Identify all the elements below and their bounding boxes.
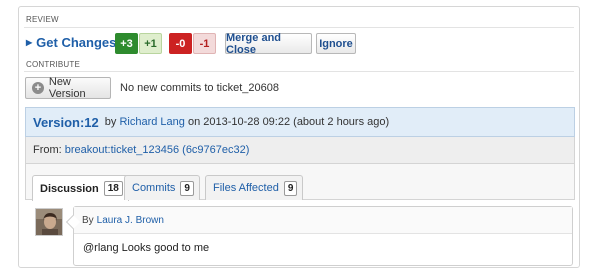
- review-panel: REVIEW ▶ Get Changes +3 +1 -0 -1 Merge a…: [18, 6, 580, 268]
- tab-discussion-label: Discussion: [40, 182, 99, 195]
- score-minus0-button[interactable]: -0: [169, 33, 192, 54]
- avatar-image: [36, 209, 62, 235]
- tab-discussion-count: 18: [103, 181, 123, 196]
- comment-card: By Laura J. Brown @rlang Looks good to m…: [65, 206, 573, 266]
- version-link[interactable]: Version:12: [33, 115, 99, 130]
- tab-discussion[interactable]: Discussion 18: [32, 175, 129, 201]
- new-version-label: New Version: [48, 76, 86, 100]
- contribute-divider: [24, 71, 574, 72]
- get-changes-toggle[interactable]: ▶ Get Changes: [26, 35, 116, 50]
- score-plus1-button[interactable]: +1: [139, 33, 162, 54]
- comment-by-text: By: [82, 214, 94, 226]
- review-section-label: REVIEW: [26, 15, 59, 24]
- version-author-link[interactable]: Richard Lang: [119, 116, 184, 128]
- contribute-section-label: CONTRIBUTE: [26, 60, 80, 69]
- plus-circle-icon: +: [32, 82, 44, 94]
- version-by-text: by: [104, 116, 117, 128]
- caret-right-icon: ▶: [26, 38, 33, 47]
- comment-author-link[interactable]: Laura J. Brown: [97, 215, 164, 226]
- avatar: [35, 208, 63, 236]
- from-label: From:: [33, 144, 62, 156]
- new-version-button[interactable]: + New Version: [25, 76, 111, 100]
- tab-commits-count: 9: [180, 180, 194, 196]
- from-bar: From: breakout:ticket_123456 (6c9767ec32…: [25, 137, 575, 164]
- tab-files-affected-count: 9: [283, 180, 298, 196]
- tab-commits-label: Commits: [132, 182, 176, 194]
- review-divider: [24, 27, 574, 28]
- version-date-text: on 2013-10-28 09:22 (about 2 hours ago): [187, 116, 390, 128]
- version-header: Version:12 by Richard Lang on 2013-10-28…: [25, 107, 575, 137]
- comment-header: By Laura J. Brown: [74, 207, 572, 234]
- score-plus3-button[interactable]: +3: [115, 33, 138, 54]
- tabs-bar: Discussion 18 Commits 9 Files Affected 9: [25, 164, 575, 201]
- ignore-button[interactable]: Ignore: [316, 33, 356, 54]
- tab-files-affected-label: Files Affected: [213, 182, 279, 194]
- tab-files-affected[interactable]: Files Affected 9: [205, 175, 304, 200]
- from-branch-link[interactable]: breakout:ticket_123456 (6c9767ec32): [65, 144, 250, 156]
- get-changes-label: Get Changes: [36, 35, 117, 50]
- tab-commits[interactable]: Commits 9: [124, 175, 200, 200]
- score-minus1-button[interactable]: -1: [193, 33, 216, 54]
- no-commits-status: No new commits to ticket_20608: [120, 82, 279, 94]
- merge-and-close-button[interactable]: Merge and Close: [225, 32, 312, 56]
- comment-body: @rlang Looks good to me: [83, 242, 210, 254]
